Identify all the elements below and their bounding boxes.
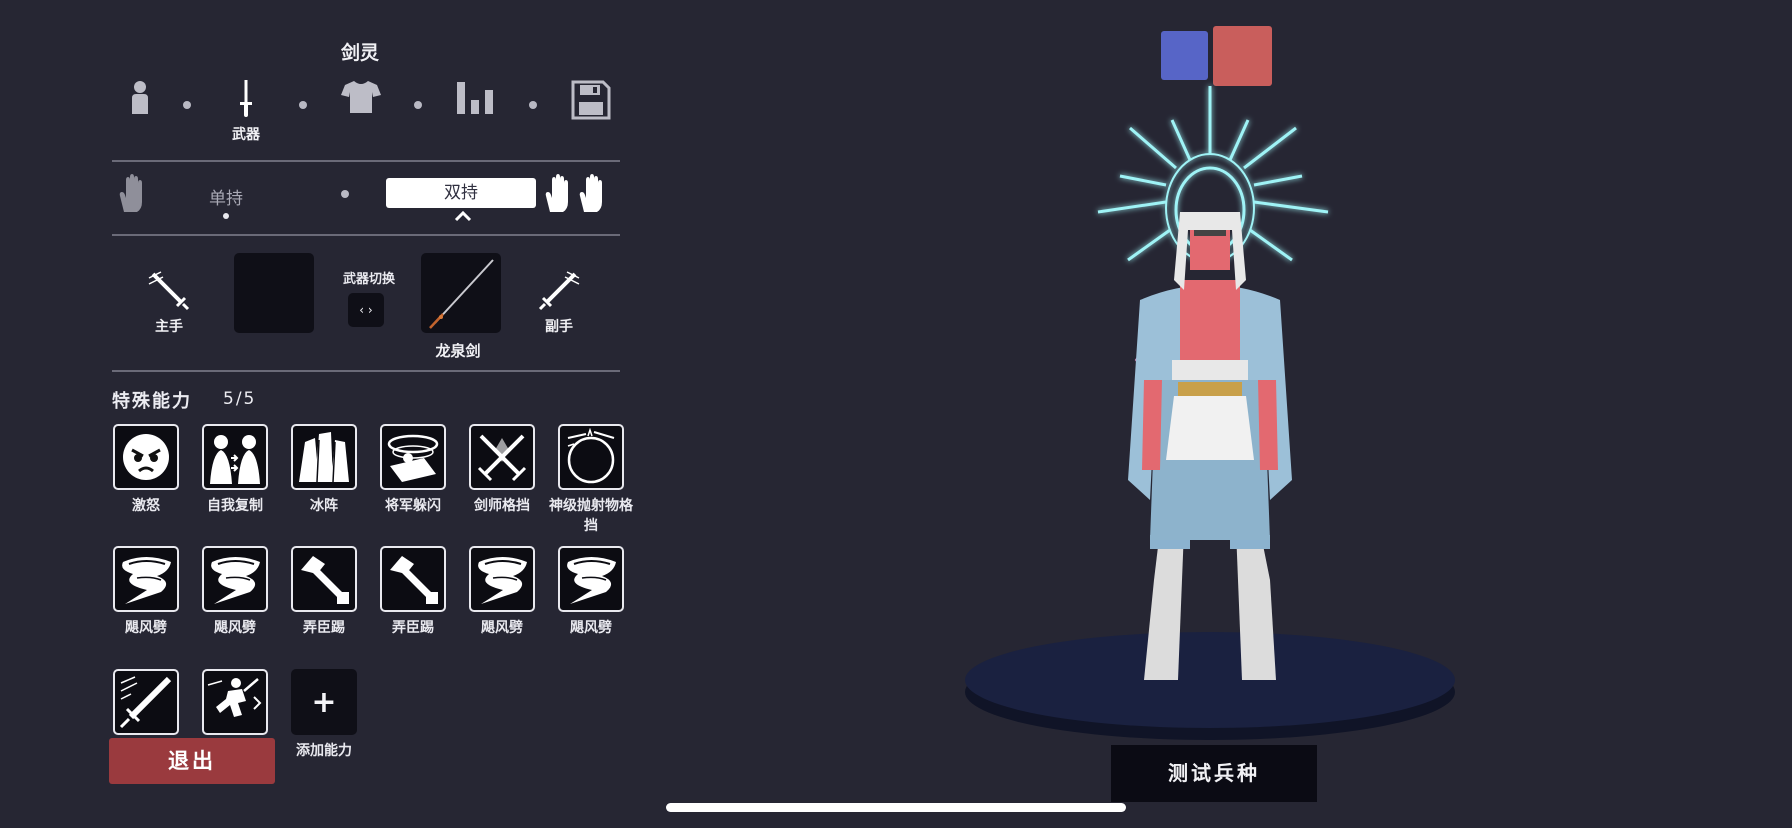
step-separator <box>529 101 537 109</box>
abilities-header: 特殊能力 <box>112 391 192 412</box>
team-color-blue[interactable] <box>1161 31 1208 80</box>
whirlwind-icon <box>558 546 624 612</box>
main-hand-button[interactable]: 主手 <box>139 268 199 336</box>
main-hand-sword-icon <box>148 271 190 311</box>
step-separator <box>299 101 307 109</box>
step-separator <box>414 101 422 109</box>
section-divider <box>112 370 620 372</box>
grip-dual-option[interactable]: 双持 <box>386 178 536 208</box>
ability-slot[interactable] <box>195 669 275 741</box>
main-hand-label: 主手 <box>155 319 183 335</box>
unit-creator-screen: 剑灵 武器 单持 双持 主手 武器切换 ‹ › 龙泉剑 副手 特殊能力 5/5 … <box>0 0 1792 828</box>
home-indicator <box>666 803 1126 812</box>
off-hand-slot[interactable] <box>421 253 501 333</box>
off-hand-sword-icon <box>538 271 580 311</box>
editor-steps: 武器 <box>112 80 632 152</box>
plus-icon: + <box>291 669 357 735</box>
step-weapon[interactable]: 武器 <box>218 80 274 144</box>
grip-separator <box>341 190 349 198</box>
step-separator <box>183 101 191 109</box>
step-stats[interactable] <box>448 80 504 144</box>
section-divider <box>112 234 620 236</box>
ability-slot[interactable]: 飓风劈 <box>462 546 542 638</box>
off-hand-label: 副手 <box>545 319 573 335</box>
weapon-swap-button[interactable]: ‹ › <box>348 293 384 327</box>
shirt-icon <box>341 81 381 113</box>
single-hand-icon <box>119 174 142 212</box>
weapon-slots: 主手 武器切换 ‹ › 龙泉剑 副手 <box>112 250 632 360</box>
ability-slot[interactable]: 弄臣踢 <box>284 546 364 638</box>
bar-chart-icon <box>457 82 493 114</box>
main-hand-slot[interactable] <box>234 253 314 333</box>
ability-slot[interactable]: 激怒 <box>106 424 186 516</box>
ability-slot[interactable]: 冰阵 <box>284 424 364 516</box>
unit-preview[interactable] <box>940 80 1480 770</box>
general-dodge-icon <box>380 424 446 490</box>
grip-single-indicator <box>223 213 229 219</box>
add-ability-label: 添加能力 <box>296 743 352 759</box>
ability-slot[interactable]: 飓风劈 <box>106 546 186 638</box>
two-hands-icon <box>545 174 602 212</box>
exit-button[interactable]: 退出 <box>109 738 275 784</box>
caret-up-icon <box>454 210 472 222</box>
abilities-count: 5/5 <box>223 389 257 409</box>
step-body[interactable] <box>112 80 168 144</box>
ability-slot[interactable]: 将军躲闪 <box>373 424 453 516</box>
person-icon <box>132 81 148 114</box>
step-clothes[interactable] <box>333 80 389 144</box>
angry-face-icon <box>113 424 179 490</box>
ability-slot[interactable]: 剑师格挡 <box>462 424 542 516</box>
ability-slot[interactable]: 弄臣踢 <box>373 546 453 638</box>
weapon-swap-label: 武器切换 <box>342 272 395 287</box>
ability-slot[interactable]: 飓风劈 <box>195 546 275 638</box>
hammer-icon <box>291 546 357 612</box>
save-icon <box>571 80 611 120</box>
off-hand-weapon-name: 龙泉剑 <box>435 342 481 360</box>
hammer-icon <box>380 546 446 612</box>
ability-slot[interactable]: 神级抛射物格挡 <box>549 424 633 536</box>
ability-slot[interactable] <box>106 669 186 741</box>
whirlwind-icon <box>113 546 179 612</box>
crossed-swords-icon <box>469 424 535 490</box>
grip-single-option[interactable]: 单持 <box>194 184 258 209</box>
sword-icon <box>240 80 252 117</box>
step-weapon-label: 武器 <box>232 127 260 143</box>
self-clone-icon <box>202 424 268 490</box>
add-ability-button[interactable]: + 添加能力 <box>284 669 364 761</box>
section-divider <box>112 160 620 162</box>
sword-slash-icon <box>113 669 179 735</box>
team-color-red[interactable] <box>1213 26 1272 86</box>
test-unit-button[interactable]: 测试兵种 <box>1111 745 1317 802</box>
projectile-block-icon <box>558 424 624 490</box>
whirlwind-icon <box>469 546 535 612</box>
ability-slot[interactable]: 飓风劈 <box>551 546 631 638</box>
step-save[interactable] <box>563 80 619 144</box>
longquan-sword-icon <box>429 259 494 329</box>
ability-slot[interactable]: 自我复制 <box>195 424 275 516</box>
off-hand-button[interactable]: 副手 <box>529 268 589 336</box>
leap-attack-icon <box>202 669 268 735</box>
grip-toggle: 单持 双持 <box>112 170 632 230</box>
ice-formation-icon <box>291 424 357 490</box>
unit-name-title: 剑灵 <box>340 42 379 64</box>
whirlwind-icon <box>202 546 268 612</box>
